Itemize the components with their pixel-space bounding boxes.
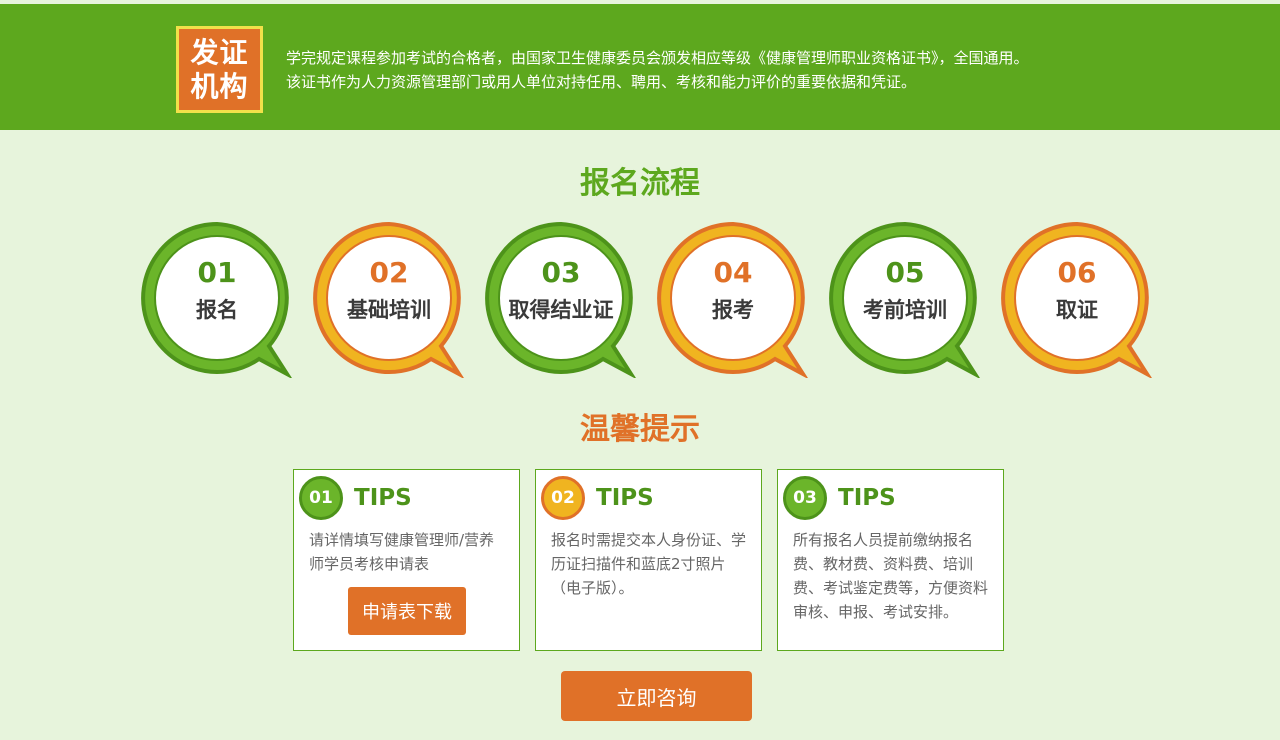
badge-line-1: 发证 xyxy=(190,35,249,69)
step-number: 01 xyxy=(197,256,237,289)
banner-description: 学完规定课程参加考试的合格者，由国家卫生健康委员会颁发相应等级《健康管理师职业资… xyxy=(286,46,1029,94)
step-label: 考前培训 xyxy=(863,298,947,322)
tip-body: 报名时需提交本人身份证、学历证扫描件和蓝底2寸照片（电子版）。 xyxy=(551,531,747,597)
step-label: 基础培训 xyxy=(347,298,431,322)
tip-title: TIPS xyxy=(596,485,654,511)
step-label: 报考 xyxy=(712,298,754,322)
tip-header: 03 TIPS xyxy=(783,476,896,520)
tip-card-2: 02 TIPS 报名时需提交本人身份证、学历证扫描件和蓝底2寸照片（电子版）。 xyxy=(535,469,762,651)
tip-card-3: 03 TIPS 所有报名人员提前缴纳报名费、教材费、资料费、培训费、考试鉴定费等… xyxy=(777,469,1004,651)
tips-title: 温馨提示 xyxy=(580,412,700,447)
process-step-4: 04 报考 xyxy=(657,222,817,378)
process-step-3: 03 取得结业证 xyxy=(485,222,645,378)
banner-text-line-2: 该证书作为人力资源管理部门或用人单位对持任用、聘用、考核和能力评价的重要依据和凭… xyxy=(286,73,917,91)
tip-card-1: 01 TIPS 请详情填写健康管理师/营养师学员考核申请表 申请表下载 xyxy=(293,469,520,651)
badge-line-2: 机构 xyxy=(190,69,249,103)
step-number: 05 xyxy=(885,256,925,289)
step-number: 04 xyxy=(713,256,753,289)
tip-title: TIPS xyxy=(838,485,896,511)
process-step-1: 01 报名 xyxy=(141,222,301,378)
step-number: 06 xyxy=(1057,256,1097,289)
application-form-download-button[interactable]: 申请表下载 xyxy=(348,587,466,635)
process-title: 报名流程 xyxy=(580,166,700,201)
step-label: 报名 xyxy=(196,298,238,322)
process-step-6: 06 取证 xyxy=(1001,222,1161,378)
tip-header: 02 TIPS xyxy=(541,476,654,520)
tip-number-badge: 03 xyxy=(783,476,827,520)
banner-text-line-1: 学完规定课程参加考试的合格者，由国家卫生健康委员会颁发相应等级《健康管理师职业资… xyxy=(286,49,1029,67)
step-label: 取证 xyxy=(1056,298,1098,322)
step-number: 03 xyxy=(541,256,581,289)
step-label: 取得结业证 xyxy=(508,298,614,322)
tip-number-badge: 02 xyxy=(541,476,585,520)
issuer-badge: 发证 机构 xyxy=(176,26,263,113)
tip-header: 01 TIPS xyxy=(299,476,412,520)
certification-banner: 发证 机构 学完规定课程参加考试的合格者，由国家卫生健康委员会颁发相应等级《健康… xyxy=(0,4,1280,130)
tip-body: 请详情填写健康管理师/营养师学员考核申请表 xyxy=(309,531,495,573)
tip-title: TIPS xyxy=(354,485,412,511)
tip-body: 所有报名人员提前缴纳报名费、教材费、资料费、培训费、考试鉴定费等，方便资料审核、… xyxy=(793,531,989,621)
tip-number-badge: 01 xyxy=(299,476,343,520)
step-number: 02 xyxy=(369,256,409,289)
process-step-5: 05 考前培训 xyxy=(829,222,989,378)
consult-now-button[interactable]: 立即咨询 xyxy=(561,671,752,721)
process-step-2: 02 基础培训 xyxy=(313,222,473,378)
